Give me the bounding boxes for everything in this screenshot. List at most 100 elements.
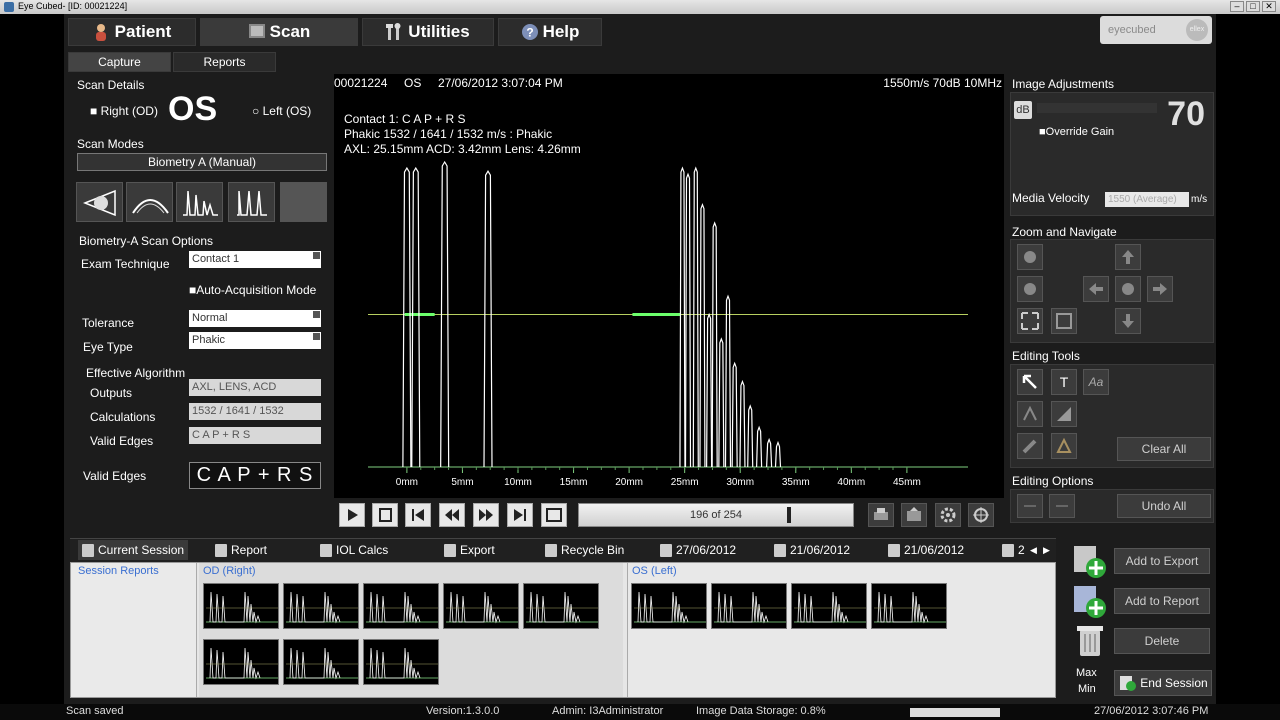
tab-session-date-3[interactable]: 21/06/2012 [888,540,964,560]
os-thumbnail[interactable] [711,583,787,629]
delete-button[interactable]: Delete [1114,628,1210,654]
od-thumbnail[interactable] [363,639,439,685]
mode-button-biometry[interactable] [228,182,275,222]
settings-button[interactable] [935,503,961,527]
pan-up-button[interactable] [1115,244,1141,270]
od-thumbnail[interactable] [523,583,599,629]
print-button[interactable] [868,503,894,527]
scan-mode-selected[interactable]: Biometry A (Manual) [77,153,327,171]
tab-capture-label: Capture [98,55,141,69]
text-tool-button[interactable]: T [1051,369,1077,395]
mode-button-ubm[interactable] [126,182,173,222]
export-image-button[interactable] [901,503,927,527]
measure-button[interactable] [968,503,994,527]
eye-type-label: Eye Type [83,340,133,354]
nav-utilities[interactable]: Utilities [362,18,494,46]
pan-right-button[interactable] [1147,276,1173,302]
font-tool-button[interactable]: Aa [1083,369,1109,395]
echo-peak [684,172,692,468]
tab-session-date-2[interactable]: 21/06/2012 [774,540,850,560]
od-thumbnail[interactable] [283,639,359,685]
eye-type-select[interactable]: Phakic [189,332,321,349]
nav-patient[interactable]: Patient [68,18,196,46]
echo-peak [739,379,746,468]
tolerance-select[interactable]: Normal [189,310,321,327]
od-thumbnail[interactable] [443,583,519,629]
add-to-report-icon[interactable] [1070,584,1110,620]
tab-capture[interactable]: Capture [68,52,171,72]
zoom-in-button[interactable] [1017,244,1043,270]
auto-acquisition-checkbox[interactable]: ■Auto-Acquisition Mode [189,283,316,297]
override-gain-checkbox[interactable]: ■Override Gain [1039,126,1114,138]
redo-button[interactable] [1049,494,1075,518]
pan-center-button[interactable] [1115,276,1141,302]
first-frame-button[interactable] [405,503,431,527]
next-frame-button[interactable] [473,503,499,527]
media-velocity-field[interactable]: 1550 (Average) [1105,192,1189,207]
add-to-export-button[interactable]: Add to Export [1114,548,1210,574]
last-frame-button[interactable] [507,503,533,527]
tab-recycle-bin[interactable]: Recycle Bin [545,540,624,560]
close-button[interactable]: ✕ [1262,1,1276,12]
undo-all-button[interactable]: Undo All [1117,494,1211,518]
od-thumbnail[interactable] [203,583,279,629]
minimize-button[interactable]: – [1230,1,1244,12]
undo-icon [1024,505,1036,507]
add-to-export-icon[interactable] [1070,544,1110,580]
caliper-tool-button[interactable] [1017,401,1043,427]
os-thumbnail[interactable] [631,583,707,629]
tab-iol-calcs[interactable]: IOL Calcs [320,540,388,560]
clear-all-button[interactable]: Clear All [1117,437,1211,461]
reset-view-button[interactable] [1051,308,1077,334]
angle-tool-button[interactable] [1051,401,1077,427]
tab-reports[interactable]: Reports [173,52,276,72]
stop-button[interactable] [372,503,398,527]
maximize-button[interactable]: □ [1246,1,1260,12]
tab-report[interactable]: Report [215,540,267,560]
tab-session-more[interactable]: 2 [1002,540,1025,560]
prev-frame-button[interactable] [439,503,465,527]
pan-down-button[interactable] [1115,308,1141,334]
add-to-report-button[interactable]: Add to Report [1114,588,1210,614]
pan-left-button[interactable] [1083,276,1109,302]
trash-icon[interactable] [1072,622,1108,658]
slider-thumb[interactable] [787,507,791,523]
frame-slider[interactable]: 196 of 254 [578,503,854,527]
right-od-radio[interactable]: ■ Right (OD) [90,104,158,118]
gain-slider[interactable] [1037,103,1157,113]
pencil-tool-button[interactable] [1017,433,1043,459]
area-tool-button[interactable] [1051,433,1077,459]
x-tick-label: 45mm [893,477,921,488]
mode-button-bscan[interactable] [76,182,123,222]
play-button[interactable] [339,503,365,527]
zoom-out-button[interactable] [1017,276,1043,302]
fit-button[interactable] [1017,308,1043,334]
tab-current-session[interactable]: Current Session [78,540,189,560]
tab-export[interactable]: Export [444,540,495,560]
tab-session-date-3-label: 21/06/2012 [904,543,965,557]
fullscreen-button[interactable] [541,503,567,527]
left-os-radio[interactable]: ○ Left (OS) [252,104,311,118]
od-thumbnail[interactable] [363,583,439,629]
os-thumbnail[interactable] [871,583,947,629]
nav-help[interactable]: ? Help [498,18,602,46]
exam-technique-select[interactable]: Contact 1 [189,251,321,268]
echo-peak [679,166,686,468]
scan-view[interactable]: 00021224 OS 27/06/2012 3:07:04 PM 1550m/… [334,74,1004,498]
undo-button[interactable] [1017,494,1043,518]
mode-button-ascan[interactable] [176,182,223,222]
od-thumbnail[interactable] [203,639,279,685]
left-os-label: Left (OS) [262,104,312,118]
max-button[interactable]: Max [1076,667,1097,679]
tabs-scroll-right[interactable]: ▶ [1043,540,1050,560]
od-thumbnail[interactable] [283,583,359,629]
tab-session-date-1[interactable]: 27/06/2012 [660,540,736,560]
end-session-button[interactable]: End Session [1114,670,1212,696]
os-thumbnail[interactable] [791,583,867,629]
db-icon: dB [1014,101,1032,119]
min-button[interactable]: Min [1078,683,1096,695]
mode-button-empty[interactable] [280,182,327,222]
nav-scan[interactable]: Scan [200,18,358,46]
tabs-scroll-left[interactable]: ◀ [1030,540,1037,560]
pointer-tool-button[interactable] [1017,369,1043,395]
